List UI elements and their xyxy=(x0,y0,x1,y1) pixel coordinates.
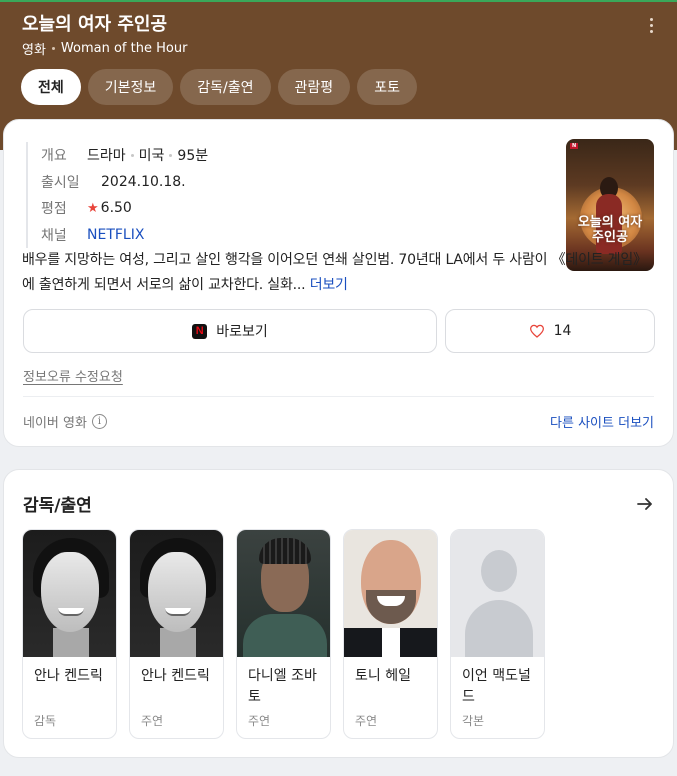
release-row: 출시일 2024.10.18. xyxy=(41,169,208,196)
action-buttons: N 바로보기 14 xyxy=(23,309,655,353)
person-placeholder-icon xyxy=(451,530,544,657)
divider xyxy=(23,396,654,397)
channel-label: 채널 xyxy=(41,227,67,244)
original-title: Woman of the Hour xyxy=(60,41,188,56)
release-label: 출시일 xyxy=(41,174,80,191)
cast-name: 토니 헤일 xyxy=(355,668,411,684)
tab-basic-info[interactable]: 기본정보 xyxy=(87,69,174,105)
overview-label: 개요 xyxy=(41,148,67,165)
cast-photo xyxy=(237,530,330,657)
channel-link[interactable]: NETFLIX xyxy=(87,227,144,243)
poster-title: 오늘의 여자 주인공 xyxy=(577,215,643,245)
cast-name: 이언 맥도널드 xyxy=(462,668,531,705)
cast-role: 주연 xyxy=(248,714,271,728)
separator-dot xyxy=(130,153,134,157)
cast-name: 안나 켄드릭 xyxy=(34,668,103,684)
cast-item[interactable]: 이언 맥도널드 각본 xyxy=(450,529,545,739)
separator-dot xyxy=(169,153,173,157)
separator-dot xyxy=(51,47,55,50)
like-button[interactable]: 14 xyxy=(445,309,655,353)
synopsis: 배우를 지망하는 여성, 그리고 살인 행각을 이어오던 연쇄 살인범. 70년… xyxy=(22,248,657,298)
netflix-icon: N xyxy=(192,323,208,339)
country-value: 미국 xyxy=(138,148,165,165)
cast-role: 주연 xyxy=(355,714,378,728)
cast-item[interactable]: 안나 켄드릭 감독 xyxy=(22,529,117,739)
tab-photos[interactable]: 포토 xyxy=(357,69,417,105)
meta-list: 개요 드라마 미국 95분 출시일 2024.10.18. 평점 ★ 6.50 xyxy=(26,142,208,248)
cast-photo xyxy=(23,530,116,657)
tab-all[interactable]: 전체 xyxy=(21,69,81,105)
report-error-link[interactable]: 정보오류 수정요청 xyxy=(23,366,123,385)
movie-subtitle: 영화 Woman of the Hour xyxy=(22,39,187,58)
cast-role: 감독 xyxy=(34,714,57,728)
cast-name: 다니엘 조바토 xyxy=(248,668,317,705)
tab-cast[interactable]: 감독/출연 xyxy=(180,69,271,105)
arrow-right-icon[interactable] xyxy=(635,494,655,514)
other-sites-link[interactable]: 다른 사이트 더보기 xyxy=(550,412,654,431)
overview-row: 개요 드라마 미국 95분 xyxy=(41,142,208,169)
cast-photo xyxy=(130,530,223,657)
heart-icon xyxy=(529,324,544,338)
more-vertical-icon[interactable] xyxy=(641,14,661,36)
cast-photo xyxy=(344,530,437,657)
info-icon[interactable]: i xyxy=(91,414,107,429)
cast-role: 각본 xyxy=(462,714,485,728)
channel-row: 채널 NETFLIX xyxy=(41,222,208,249)
rating-value: 6.50 xyxy=(100,200,132,217)
like-count: 14 xyxy=(553,323,572,339)
runtime-value: 95분 xyxy=(177,148,209,165)
watch-label: 바로보기 xyxy=(216,324,268,340)
page: 오늘의 여자 주인공 영화 Woman of the Hour 전체 기본정보 … xyxy=(0,0,677,776)
category-label: 영화 xyxy=(22,43,46,58)
synopsis-more-link[interactable]: 더보기 xyxy=(310,277,348,293)
info-card: 개요 드라마 미국 95분 출시일 2024.10.18. 평점 ★ 6.50 xyxy=(3,119,674,447)
watch-button[interactable]: N 바로보기 xyxy=(23,309,437,353)
source-label: 네이버 영화 i xyxy=(23,412,107,431)
tab-reviews[interactable]: 관람평 xyxy=(277,69,351,105)
release-date: 2024.10.18. xyxy=(101,173,186,190)
cast-role: 주연 xyxy=(141,714,164,728)
cast-item[interactable]: 다니엘 조바토 주연 xyxy=(236,529,331,739)
cast-card: 감독/출연 안나 켄드릭 감독 안나 켄드릭 주연 다니엘 조바토 주연 토니 … xyxy=(3,469,674,758)
tab-bar: 전체 기본정보 감독/출연 관람평 포토 xyxy=(21,69,417,105)
rating-label: 평점 xyxy=(41,201,67,218)
star-icon: ★ xyxy=(87,200,99,216)
cast-name: 안나 켄드릭 xyxy=(141,668,210,684)
genre-value: 드라마 xyxy=(87,148,126,165)
cast-section-title[interactable]: 감독/출연 xyxy=(23,491,92,516)
cast-item[interactable]: 안나 켄드릭 주연 xyxy=(129,529,224,739)
rating-row: 평점 ★ 6.50 xyxy=(41,195,208,222)
cast-item[interactable]: 토니 헤일 주연 xyxy=(343,529,438,739)
cast-list: 안나 켄드릭 감독 안나 켄드릭 주연 다니엘 조바토 주연 토니 헤일 주연 … xyxy=(22,529,545,739)
netflix-badge-icon: N xyxy=(570,143,579,149)
movie-title[interactable]: 오늘의 여자 주인공 xyxy=(22,10,167,36)
